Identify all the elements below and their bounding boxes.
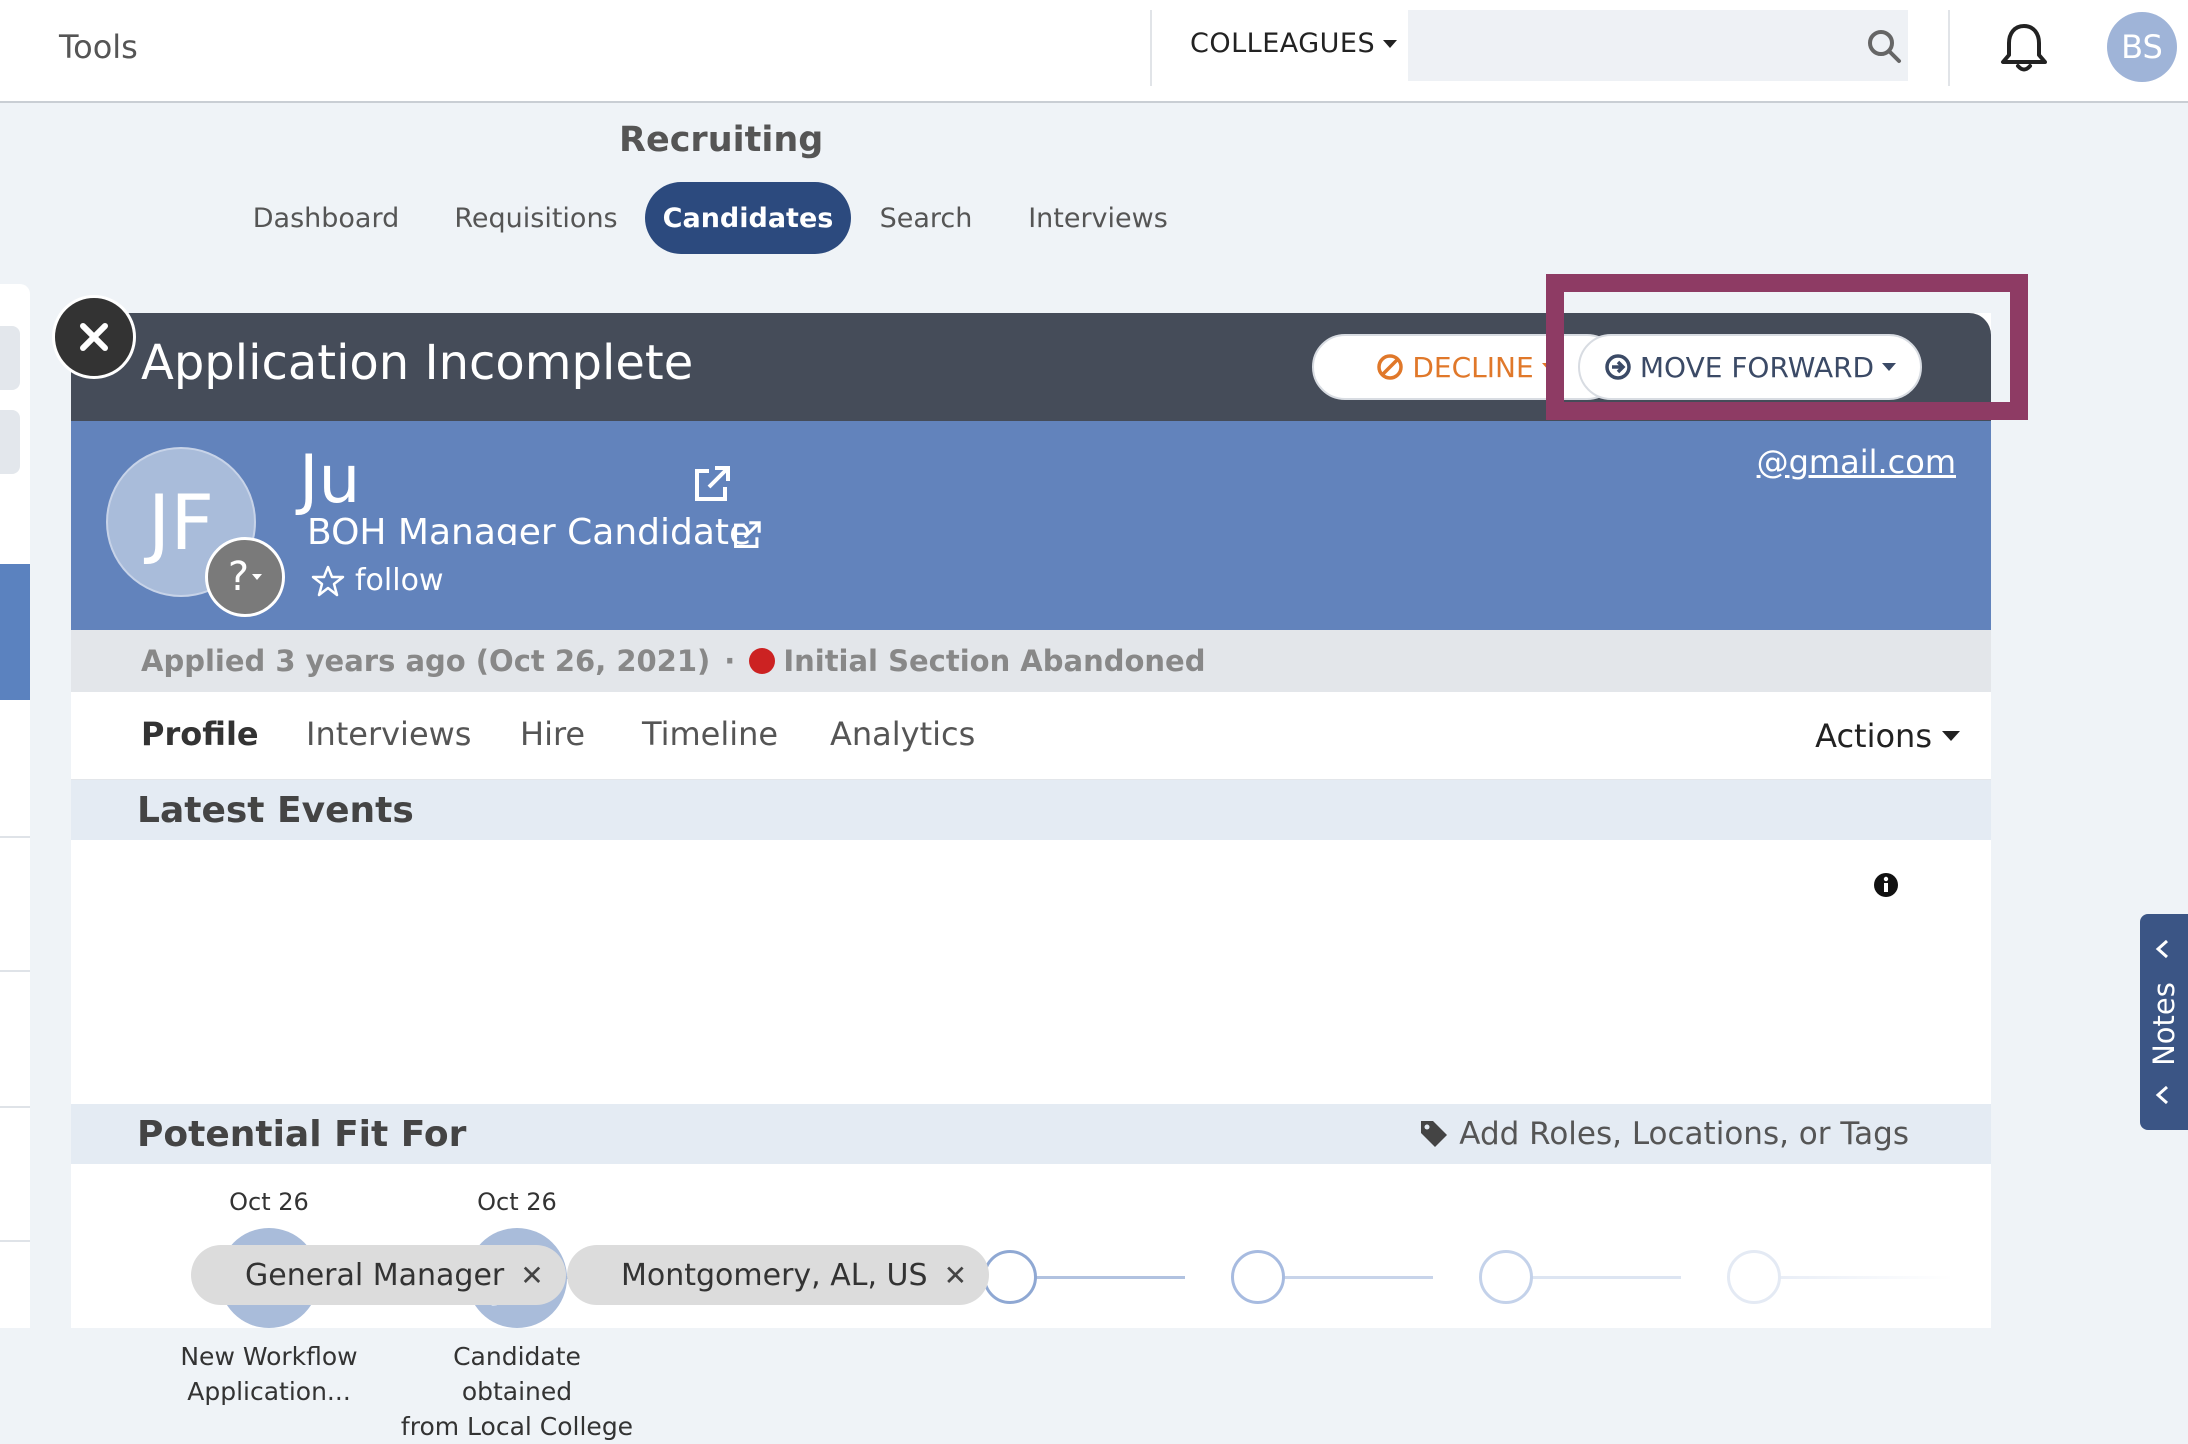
- ban-icon: [1377, 354, 1404, 380]
- separator: ·: [724, 644, 736, 678]
- tab-analytics[interactable]: Analytics: [830, 715, 975, 753]
- list-item[interactable]: [0, 410, 20, 474]
- list-item[interactable]: [0, 326, 20, 390]
- chip-label: Montgomery, AL, US: [621, 1257, 928, 1293]
- chevron-left-icon: [2155, 939, 2168, 959]
- colleagues-dropdown[interactable]: COLLEAGUES: [1190, 28, 1398, 59]
- search-input[interactable]: [1408, 10, 1908, 81]
- tab-search[interactable]: Search: [870, 182, 982, 254]
- decline-label: DECLINE: [1412, 350, 1534, 384]
- remove-chip-icon[interactable]: ✕: [520, 1259, 543, 1292]
- status-dot-icon: [749, 648, 776, 674]
- timeline-connector: [1277, 1276, 1433, 1279]
- arrow-circle-right-icon: [1605, 354, 1631, 380]
- timeline-connector: [1773, 1276, 1953, 1279]
- add-tags-button[interactable]: Add Roles, Locations, or Tags: [1419, 1116, 1909, 1152]
- divider: [0, 836, 30, 838]
- timeline-connector: [1525, 1276, 1681, 1279]
- divider: [0, 1240, 30, 1242]
- candidate-requisition[interactable]: BOH Manager Candidate: [307, 505, 751, 545]
- chevron-left-icon: [2155, 1085, 2168, 1105]
- fit-chip: Montgomery, AL, US ✕: [567, 1245, 990, 1305]
- tab-interviews[interactable]: Interviews: [306, 715, 471, 753]
- tag-icon: [1421, 1121, 1448, 1147]
- fit-chip: General Manager ✕: [191, 1245, 566, 1305]
- event-line: Candidate obtained: [453, 1342, 581, 1406]
- close-icon: [80, 323, 108, 351]
- move-forward-label: MOVE FORWARD: [1639, 350, 1875, 384]
- tab-hire[interactable]: Hire: [520, 715, 585, 753]
- notes-label: Notes: [2147, 982, 2182, 1066]
- candidate-email-link[interactable]: @gmail.com: [1757, 443, 1956, 481]
- tab-dashboard[interactable]: Dashboard: [246, 182, 406, 254]
- event-date: Oct 26: [229, 1188, 309, 1216]
- tab-requisitions[interactable]: Requisitions: [446, 182, 626, 254]
- candidate-status-dropdown[interactable]: ?: [205, 537, 285, 617]
- divider: [1150, 10, 1152, 86]
- selected-list-item[interactable]: [0, 564, 30, 700]
- candidate-panel: Application Incomplete DECLINE MOVE FORW…: [71, 313, 1991, 1441]
- background-candidate-list: [0, 284, 30, 1328]
- user-avatar[interactable]: BS: [2107, 12, 2177, 82]
- info-icon[interactable]: [1873, 872, 1899, 898]
- application-status-strip: Applied 3 years ago (Oct 26, 2021) · Ini…: [71, 630, 1991, 692]
- chevron-down-icon: [252, 574, 263, 580]
- chip-label: General Manager: [245, 1257, 505, 1293]
- event-date: Oct 26: [477, 1188, 557, 1216]
- star-icon: [311, 565, 345, 596]
- follow-button[interactable]: follow: [311, 563, 443, 598]
- divider: [0, 1106, 30, 1108]
- notes-tab[interactable]: Notes: [2140, 914, 2188, 1130]
- divider: [0, 970, 30, 972]
- timeline-empty-node: [1727, 1250, 1781, 1304]
- timeline-connector: [1029, 1276, 1185, 1279]
- applied-date: Applied 3 years ago (Oct 26, 2021): [141, 644, 711, 678]
- status-badge: ?: [227, 554, 250, 600]
- top-bar: Tools COLLEAGUES BS: [0, 0, 2188, 103]
- event-description: New Workflow Application...: [149, 1339, 389, 1409]
- candidate-profile-band: JF ? Ju BOH Manager Candidate follow @gm…: [71, 421, 1991, 630]
- actions-dropdown[interactable]: Actions: [1815, 717, 1960, 755]
- timeline-empty-node: [1479, 1250, 1533, 1304]
- section-title: Latest Events: [137, 790, 414, 831]
- timeline-empty-node: [1231, 1250, 1285, 1304]
- decline-button[interactable]: DECLINE: [1312, 334, 1620, 400]
- external-link-icon[interactable]: [731, 519, 763, 551]
- tab-candidates[interactable]: Candidates: [645, 182, 851, 254]
- event-description: Candidate obtained from Local College: [397, 1339, 637, 1444]
- search-icon[interactable]: [1866, 28, 1902, 64]
- tab-timeline[interactable]: Timeline: [642, 715, 778, 753]
- page-title: Recruiting: [619, 120, 824, 160]
- actions-label: Actions: [1815, 717, 1932, 755]
- add-tags-label: Add Roles, Locations, or Tags: [1459, 1116, 1909, 1152]
- event-line: New Workflow: [180, 1342, 358, 1371]
- event-line: Application...: [187, 1377, 351, 1406]
- external-link-icon[interactable]: [691, 463, 733, 505]
- chevron-down-icon: [1942, 731, 1960, 741]
- close-button[interactable]: [52, 295, 136, 379]
- timeline-empty-node: [983, 1250, 1037, 1304]
- chevron-down-icon: [1882, 363, 1897, 371]
- latest-events-header: Latest Events: [71, 780, 1991, 840]
- move-forward-button[interactable]: MOVE FORWARD: [1578, 334, 1922, 400]
- event-line: from Local College: [400, 1412, 634, 1441]
- follow-label: follow: [355, 563, 444, 598]
- app-title: Tools: [59, 28, 138, 66]
- chevron-down-icon: [1383, 39, 1398, 48]
- remove-chip-icon[interactable]: ✕: [944, 1259, 967, 1292]
- section-title: Potential Fit For: [137, 1114, 467, 1155]
- tab-interviews[interactable]: Interviews: [1024, 182, 1172, 254]
- potential-fit-header: Potential Fit For Add Roles, Locations, …: [71, 1104, 1991, 1164]
- application-status-title: Application Incomplete: [141, 335, 694, 391]
- profile-tabs: Profile Interviews Hire Timeline Analyti…: [71, 693, 1991, 781]
- tab-profile[interactable]: Profile: [141, 715, 259, 753]
- bell-icon[interactable]: [1996, 20, 2052, 76]
- notes-label-wrap: Notes: [2142, 974, 2186, 1074]
- chevron-down-icon: [1541, 363, 1556, 371]
- colleagues-label: COLLEAGUES: [1190, 28, 1376, 59]
- divider: [1948, 10, 1950, 86]
- candidate-header: Application Incomplete DECLINE MOVE FORW…: [71, 313, 1991, 421]
- events-timeline: Oct 26 S New Workflow Application... Oct…: [71, 843, 1991, 1441]
- stage-text: Initial Section Abandoned: [783, 644, 1206, 678]
